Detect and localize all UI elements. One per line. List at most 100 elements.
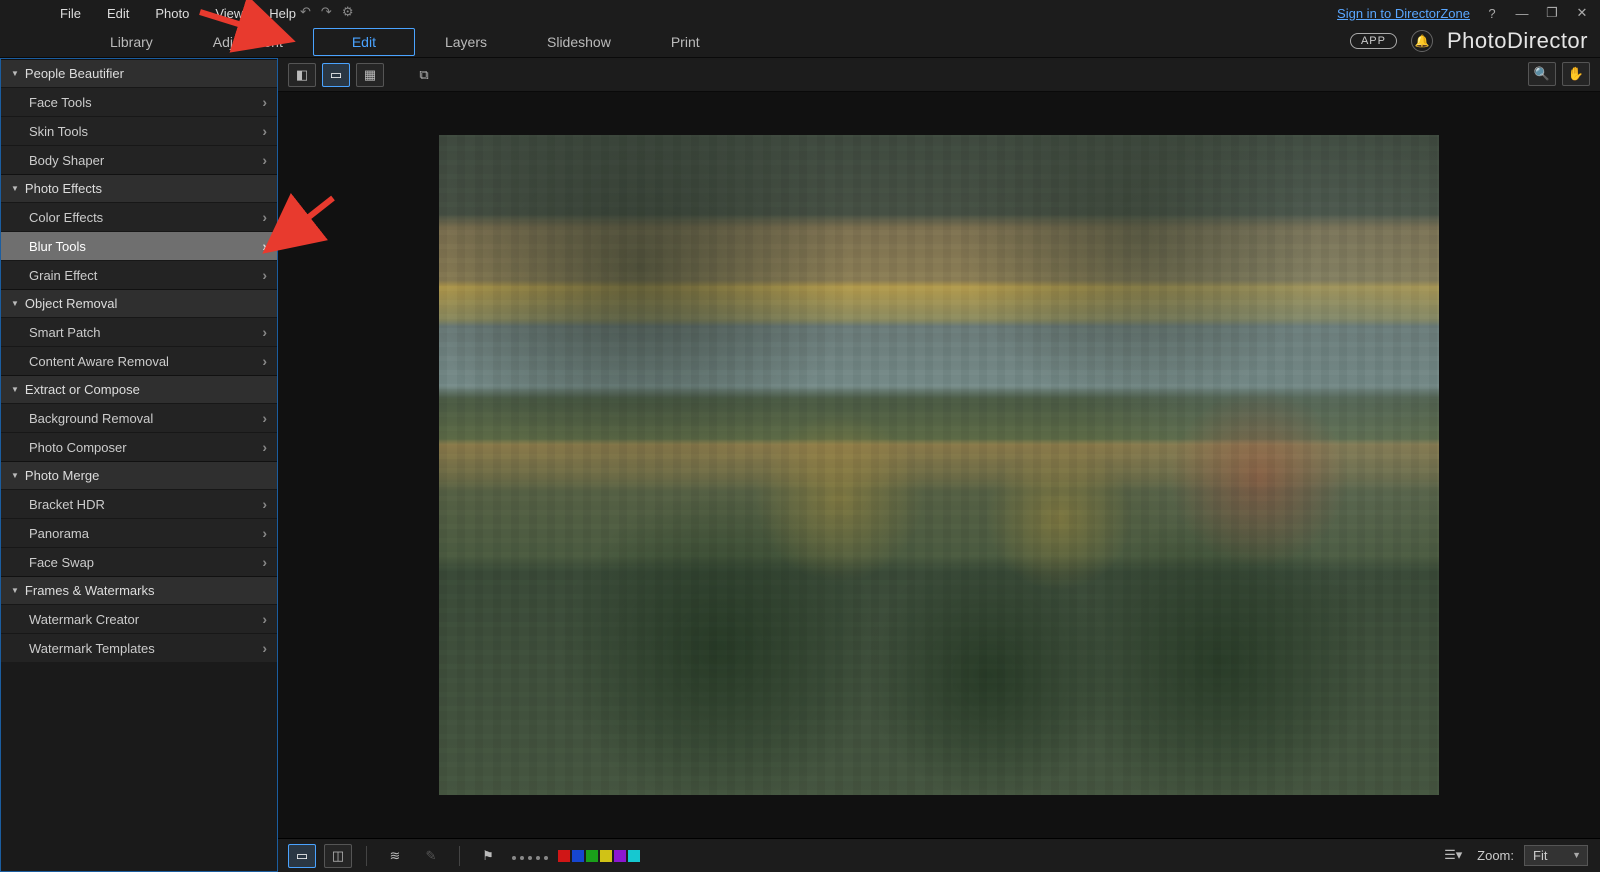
zoom-tool-icon[interactable]: 🔍 [1528, 62, 1556, 86]
sidebar-item-label: Watermark Creator [29, 612, 139, 627]
menu-file[interactable]: File [60, 6, 81, 21]
pan-tool-icon[interactable]: ✋ [1562, 62, 1590, 86]
tab-adjustment[interactable]: Adjustment [183, 28, 313, 56]
sidebar-item[interactable]: Face Tools › [1, 87, 277, 116]
view-mode-normal-icon[interactable]: ▭ [288, 844, 316, 868]
sidebar-item[interactable]: Grain Effect › [1, 260, 277, 289]
secondary-monitor-icon[interactable]: ⧉ [410, 63, 438, 87]
chevron-right-icon: › [262, 525, 267, 541]
triangle-down-icon: ▼ [11, 184, 19, 193]
gear-icon[interactable]: ⚙ [342, 4, 354, 20]
minimize-icon[interactable]: — [1514, 6, 1530, 21]
app-badge[interactable]: APP [1350, 33, 1397, 49]
chevron-right-icon: › [262, 554, 267, 570]
tab-slideshow[interactable]: Slideshow [517, 28, 641, 56]
sidebar-item[interactable]: Panorama › [1, 518, 277, 547]
menu-view[interactable]: View [215, 6, 243, 21]
sidebar-group-header[interactable]: ▼ Photo Effects [1, 174, 277, 202]
triangle-down-icon: ▼ [11, 586, 19, 595]
close-icon[interactable]: ✕ [1574, 5, 1590, 21]
rating-dots[interactable] [510, 848, 550, 863]
view-single-icon[interactable]: ▭ [322, 63, 350, 87]
color-swatch[interactable] [572, 850, 584, 862]
sidebar-item[interactable]: Watermark Templates› [1, 633, 277, 662]
menu-edit[interactable]: Edit [107, 6, 129, 21]
chevron-right-icon: › [262, 353, 267, 369]
notification-icon[interactable]: 🔔 [1411, 30, 1433, 52]
chevron-right-icon: › [262, 152, 267, 168]
tabbar: Library Adjustment Edit Layers Slideshow… [0, 26, 1600, 58]
sidebar-group-header[interactable]: ▼ Photo Merge [1, 461, 277, 489]
sidebar-item[interactable]: Photo Composer› [1, 432, 277, 461]
sidebar-item[interactable]: Content Aware Removal › [1, 346, 277, 375]
tab-edit[interactable]: Edit [313, 28, 415, 56]
sidebar-group-header[interactable]: ▼People Beautifier [1, 59, 277, 87]
sidebar-item[interactable]: Face Swap › [1, 547, 277, 576]
sidebar-item[interactable]: Background Removal› [1, 403, 277, 432]
sidebar-item[interactable]: Color Effects› [1, 202, 277, 231]
sidebar-item-label: Blur Tools [29, 239, 86, 254]
brush-icon[interactable]: ✎ [417, 844, 445, 868]
sidebar-item[interactable]: Skin Tools› [1, 116, 277, 145]
tab-layers[interactable]: Layers [415, 28, 517, 56]
sidebar-item-label: Background Removal [29, 411, 153, 426]
view-mode-split-icon[interactable]: ◫ [324, 844, 352, 868]
sidebar-group-title: People Beautifier [25, 66, 124, 81]
sidebar-item-label: Panorama [29, 526, 89, 541]
sidebar-item-label: Face Swap [29, 555, 94, 570]
flag-icon[interactable]: ⚑ [474, 844, 502, 868]
color-swatch[interactable] [600, 850, 612, 862]
undo-icon[interactable]: ↶ [300, 4, 311, 20]
maximize-icon[interactable]: ❐ [1544, 5, 1560, 21]
menu-photo[interactable]: Photo [155, 6, 189, 21]
zoom-label: Zoom: [1477, 848, 1514, 863]
sidebar-group-header[interactable]: ▼ Object Removal [1, 289, 277, 317]
sidebar-item[interactable]: Watermark Creator› [1, 604, 277, 633]
sidebar-group-title: Photo Effects [25, 181, 102, 196]
chevron-right-icon: › [262, 439, 267, 455]
chevron-right-icon: › [262, 94, 267, 110]
sidebar-item[interactable]: Blur Tools› [1, 231, 277, 260]
color-swatch[interactable] [628, 850, 640, 862]
sidebar-item-label: Face Tools [29, 95, 92, 110]
tab-library[interactable]: Library [80, 28, 183, 56]
sidebar-group-title: Object Removal [25, 296, 117, 311]
view-grid-icon[interactable]: ▦ [356, 63, 384, 87]
chevron-right-icon: › [262, 640, 267, 656]
sidebar: ▼People BeautifierFace Tools›Skin Tools›… [0, 58, 278, 872]
sidebar-group-title: Extract or Compose [25, 382, 140, 397]
sidebar-item-label: Content Aware Removal [29, 354, 169, 369]
histogram-icon[interactable]: ≋ [381, 844, 409, 868]
sidebar-item[interactable]: Body Shaper› [1, 145, 277, 174]
canvas-viewport[interactable] [278, 92, 1600, 838]
color-swatch[interactable] [614, 850, 626, 862]
tab-print[interactable]: Print [641, 28, 730, 56]
filmstrip-toggle-icon[interactable]: ☰▾ [1439, 843, 1467, 867]
bottombar: ▭ ◫ ≋ ✎ ⚑ ☰▾ Zoom: Fit ▼ [278, 838, 1600, 872]
sidebar-item[interactable]: Bracket HDR› [1, 489, 277, 518]
redo-icon[interactable]: ↷ [321, 4, 332, 20]
zoom-value: Fit [1533, 848, 1547, 863]
photo-preview [439, 135, 1439, 795]
sidebar-item[interactable]: Smart Patch› [1, 317, 277, 346]
triangle-down-icon: ▼ [11, 299, 19, 308]
quick-tools: ↶ ↷ ⚙ [300, 4, 353, 20]
view-compare-icon[interactable]: ◧ [288, 63, 316, 87]
chevron-down-icon: ▼ [1572, 850, 1581, 860]
color-swatch[interactable] [586, 850, 598, 862]
canvas-area: ◧ ▭ ▦ ⧉ 🔍 ✋ ▭ ◫ ≋ ✎ ⚑ ☰▾ Zoom: [278, 58, 1600, 872]
sidebar-item-label: Smart Patch [29, 325, 101, 340]
chevron-right-icon: › [262, 267, 267, 283]
sidebar-item-label: Bracket HDR [29, 497, 105, 512]
sidebar-group-header[interactable]: ▼ Frames & Watermarks [1, 576, 277, 604]
color-swatch[interactable] [558, 850, 570, 862]
menu-help[interactable]: Help [269, 6, 296, 21]
triangle-down-icon: ▼ [11, 471, 19, 480]
sidebar-group-title: Frames & Watermarks [25, 583, 155, 598]
signin-link[interactable]: Sign in to DirectorZone [1337, 6, 1470, 21]
help-icon[interactable]: ? [1484, 6, 1500, 21]
zoom-select[interactable]: Fit ▼ [1524, 845, 1588, 866]
sidebar-item-label: Grain Effect [29, 268, 97, 283]
sidebar-group-title: Photo Merge [25, 468, 99, 483]
sidebar-group-header[interactable]: ▼Extract or Compose [1, 375, 277, 403]
